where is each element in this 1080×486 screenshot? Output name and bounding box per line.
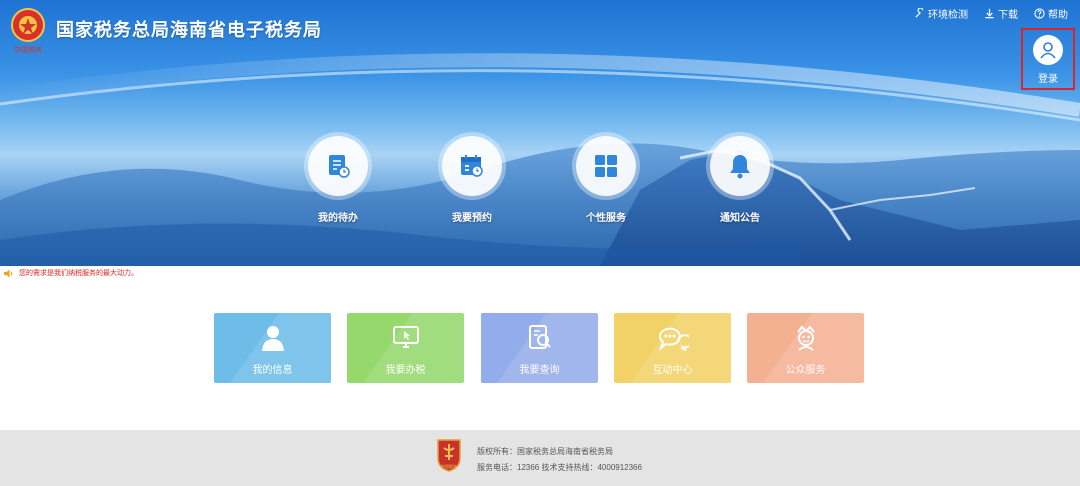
notice-text: 您的需求是我们纳税服务的最大动力。: [19, 270, 138, 277]
speaker-icon: [4, 269, 13, 277]
tile-interaction-center[interactable]: 互动中心: [614, 313, 731, 383]
help-label: 帮助: [1048, 10, 1068, 21]
login-button[interactable]: 登录: [1021, 28, 1075, 90]
copyright-text: 版权所有：国家税务总局海南省税务局: [477, 447, 613, 456]
footer-text: 版权所有：国家税务总局海南省税务局 服务电话：12366 技术支持热线：4000…: [477, 444, 642, 476]
tile-public-service[interactable]: 公众服务: [747, 313, 864, 383]
grid-icon: [576, 136, 636, 196]
tile-my-info[interactable]: 我的信息: [214, 313, 331, 383]
site-title: 国家税务总局海南省电子税务局: [56, 20, 322, 40]
footer: 中国税务 版权所有：国家税务总局海南省税务局 服务电话：12366 技术支持热线…: [0, 430, 1080, 486]
quick-entry-todo[interactable]: 我的待办: [278, 136, 398, 224]
search-doc-icon: [525, 323, 555, 353]
quick-entry-notice[interactable]: 通知公告: [680, 136, 800, 224]
quick-entry-label: 通知公告: [720, 213, 760, 224]
download-label: 下载: [998, 10, 1018, 21]
emblem-text: 中国税务: [441, 463, 457, 469]
tile-label: 我的信息: [252, 365, 293, 376]
tile-label: 互动中心: [652, 365, 693, 376]
quick-entry-label: 个性服务: [586, 213, 626, 224]
monitor-icon: [391, 323, 421, 353]
user-icon: [1033, 35, 1063, 65]
tile-label: 我要办税: [385, 365, 426, 376]
service-icon: [791, 323, 821, 353]
env-check-link[interactable]: 环境检测: [914, 6, 968, 21]
notice-bar: 您的需求是我们纳税服务的最大动力。: [4, 268, 138, 278]
calendar-icon: [442, 136, 502, 196]
top-links: 环境检测 下载 帮助: [914, 6, 1068, 21]
download-icon: [985, 8, 994, 19]
tile-query[interactable]: 我要查询: [481, 313, 598, 383]
env-check-label: 环境检测: [928, 10, 968, 21]
quick-entry-label: 我要预约: [452, 213, 492, 224]
tile-tax-handling[interactable]: 我要办税: [347, 313, 464, 383]
logo-text: 中国税务: [14, 45, 42, 54]
tile-label: 公众服务: [785, 365, 826, 376]
tile-label: 我要查询: [519, 365, 560, 376]
contact-text: 服务电话：12366 技术支持热线：4000912366: [477, 463, 642, 472]
login-label: 登录: [1038, 74, 1058, 85]
todo-icon: [308, 136, 368, 196]
person-icon: [258, 323, 288, 353]
quick-entry-personal-service[interactable]: 个性服务: [546, 136, 666, 224]
tax-emblem-logo: 中国税务: [11, 8, 45, 54]
quick-entry-label: 我的待办: [318, 213, 358, 224]
download-link[interactable]: 下载: [984, 6, 1018, 21]
help-link[interactable]: 帮助: [1034, 6, 1068, 21]
quick-entry-appointment[interactable]: 我要预约: [412, 136, 532, 224]
chat-icon: [657, 323, 689, 353]
help-icon: [1034, 8, 1045, 19]
tax-shield-emblem: 中国税务: [437, 439, 461, 472]
page: 中国税务 国家税务总局海南省电子税务局 环境检测 下载 帮助 登录 我的待办 我…: [0, 0, 1080, 486]
hero-banner: 中国税务 国家税务总局海南省电子税务局 环境检测 下载 帮助 登录 我的待办 我…: [0, 0, 1080, 266]
bell-icon: [710, 136, 770, 196]
wrench-icon: [915, 8, 924, 18]
